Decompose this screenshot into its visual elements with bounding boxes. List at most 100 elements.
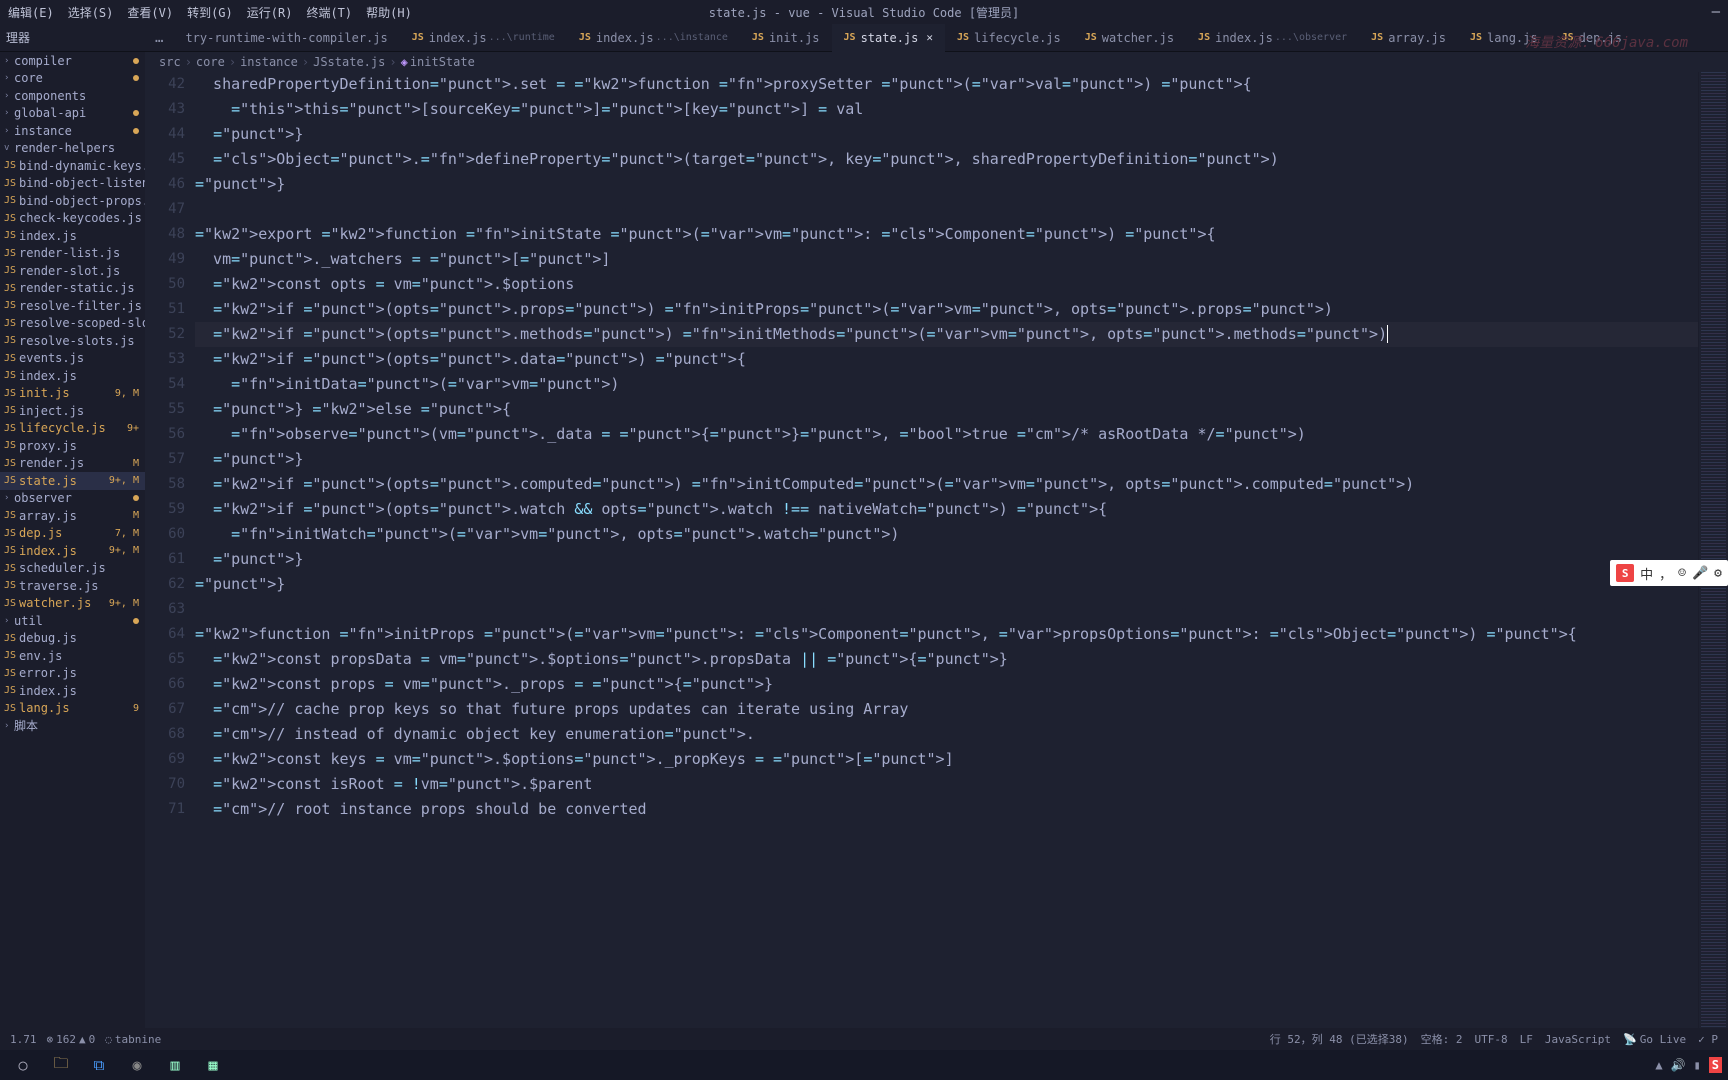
folder-item[interactable]: ›core bbox=[0, 70, 145, 88]
file-item[interactable]: JSrender-slot.js bbox=[0, 262, 145, 280]
tab-lifecycle-js[interactable]: JSlifecycle.js bbox=[945, 24, 1073, 52]
tab-index-js[interactable]: JSindex.js ...\observer bbox=[1186, 24, 1359, 52]
file-item[interactable]: JSbind-dynamic-keys.js bbox=[0, 157, 145, 175]
code-line[interactable]: ="punct">} bbox=[195, 122, 1698, 147]
tab-index-js[interactable]: JSindex.js ...\instance bbox=[567, 24, 740, 52]
code-line[interactable]: ="kw2">const keys = vm="punct">.$options… bbox=[195, 747, 1698, 772]
file-item[interactable]: JSresolve-scoped-slots.js bbox=[0, 315, 145, 333]
file-item[interactable]: JSinject.js bbox=[0, 402, 145, 420]
file-item[interactable]: JSenv.js bbox=[0, 647, 145, 665]
code-line[interactable] bbox=[195, 197, 1698, 222]
file-item[interactable]: JSrender.jsM bbox=[0, 455, 145, 473]
taskbar-notepad[interactable]: ▥ bbox=[158, 1052, 192, 1078]
code-line[interactable]: ="cm">// root instance props should be c… bbox=[195, 797, 1698, 822]
menu-view[interactable]: 查看(V) bbox=[127, 4, 173, 21]
tab-index-js[interactable]: JSindex.js ...\runtime bbox=[400, 24, 567, 52]
code-editor[interactable]: 4243444546474849505152535455565758596061… bbox=[145, 72, 1728, 1028]
file-item[interactable]: JStraverse.js bbox=[0, 577, 145, 595]
file-item[interactable]: JSerror.js bbox=[0, 665, 145, 683]
tab-try-runtime-with-compiler-js[interactable]: try-runtime-with-compiler.js bbox=[173, 24, 399, 52]
sogou-icon[interactable]: S bbox=[1616, 564, 1634, 582]
code-line[interactable]: ="fn">initData="punct">(="var">vm="punct… bbox=[195, 372, 1698, 397]
tray-battery-icon[interactable]: ▮ bbox=[1694, 1058, 1701, 1072]
code-line[interactable]: ="punct">} ="kw2">else ="punct">{ bbox=[195, 397, 1698, 422]
ime-emoji-icon[interactable]: ☺ bbox=[1678, 566, 1686, 581]
file-item[interactable]: JSresolve-filter.js bbox=[0, 297, 145, 315]
code-line[interactable]: ="kw2">export ="kw2">function ="fn">init… bbox=[195, 222, 1698, 247]
folder-item[interactable]: ›components bbox=[0, 87, 145, 105]
tray-lang-icon[interactable]: S bbox=[1709, 1057, 1722, 1073]
code-line[interactable]: ="fn">initWatch="punct">(="var">vm="punc… bbox=[195, 522, 1698, 547]
folder-item[interactable]: ›compiler bbox=[0, 52, 145, 70]
code-line[interactable]: ="kw2">function ="fn">initProps ="punct"… bbox=[195, 622, 1698, 647]
file-item[interactable]: JSevents.js bbox=[0, 350, 145, 368]
ime-settings-icon[interactable]: ⚙ bbox=[1714, 566, 1722, 581]
status-errors[interactable]: ⊗ 162 ▲ 0 bbox=[47, 1033, 96, 1046]
taskbar-app[interactable]: ▦ bbox=[196, 1052, 230, 1078]
code-line[interactable]: ="kw2">const isRoot = !vm="punct">.$pare… bbox=[195, 772, 1698, 797]
file-item[interactable]: JSlang.js9 bbox=[0, 700, 145, 718]
code-line[interactable]: ="kw2">const opts = vm="punct">.$options bbox=[195, 272, 1698, 297]
ime-punct[interactable]: ， bbox=[1659, 564, 1672, 583]
status-golive[interactable]: 📡 Go Live bbox=[1623, 1033, 1686, 1046]
breadcrumb-item[interactable]: instance bbox=[240, 55, 298, 69]
file-item[interactable]: JSindex.js bbox=[0, 227, 145, 245]
code-line[interactable]: ="punct">} bbox=[195, 572, 1698, 597]
status-cursor-col[interactable]: 1.71 bbox=[10, 1033, 37, 1046]
breadcrumb[interactable]: src› core› instance› JS state.js› ◈ init… bbox=[145, 52, 1728, 72]
taskbar-file-explorer[interactable]: 🗀 bbox=[44, 1052, 78, 1078]
taskbar-obs[interactable]: ◉ bbox=[120, 1052, 154, 1078]
explorer-sidebar[interactable]: ›compiler›core›components›global-api›ins… bbox=[0, 52, 145, 1028]
tab-watcher-js[interactable]: JSwatcher.js bbox=[1073, 24, 1186, 52]
folder-item[interactable]: ›observer bbox=[0, 490, 145, 508]
code-line[interactable]: ="punct">} bbox=[195, 547, 1698, 572]
menu-help[interactable]: 帮助(H) bbox=[366, 4, 412, 21]
tab-state-js[interactable]: JSstate.js✕ bbox=[832, 24, 945, 52]
file-item[interactable]: JSdep.js7, M bbox=[0, 525, 145, 543]
file-item[interactable]: JSbind-object-listeners.js bbox=[0, 175, 145, 193]
code-line[interactable] bbox=[195, 597, 1698, 622]
file-item[interactable]: JSindex.js bbox=[0, 367, 145, 385]
status-tabnine[interactable]: ◌ tabnine bbox=[105, 1033, 161, 1046]
breadcrumb-item[interactable]: src bbox=[159, 55, 181, 69]
menu-goto[interactable]: 转到(G) bbox=[187, 4, 233, 21]
code-line[interactable]: ="kw2">if ="punct">(opts="punct">.watch … bbox=[195, 497, 1698, 522]
folder-item[interactable]: vrender-helpers bbox=[0, 140, 145, 158]
tab-overflow[interactable]: … bbox=[145, 30, 173, 46]
file-item[interactable]: JSstate.js9+, M bbox=[0, 472, 145, 490]
breadcrumb-item[interactable]: state.js bbox=[328, 55, 386, 69]
status-eol[interactable]: LF bbox=[1520, 1033, 1533, 1046]
code-line[interactable]: sharedPropertyDefinition="punct">.set = … bbox=[195, 72, 1698, 97]
code-line[interactable]: ="this">this="punct">[sourceKey="punct">… bbox=[195, 97, 1698, 122]
tab-init-js[interactable]: JSinit.js bbox=[740, 24, 832, 52]
status-line-col[interactable]: 行 52，列 48 (已选择38) bbox=[1270, 1031, 1409, 1047]
file-item[interactable]: JSresolve-slots.js bbox=[0, 332, 145, 350]
menu-select[interactable]: 选择(S) bbox=[68, 4, 114, 21]
file-item[interactable]: JSscheduler.js bbox=[0, 560, 145, 578]
code-line[interactable]: ="punct">} bbox=[195, 172, 1698, 197]
ime-lang[interactable]: 中 bbox=[1640, 564, 1653, 583]
taskbar-vscode[interactable]: ⧉ bbox=[82, 1052, 116, 1078]
menu-edit[interactable]: 编辑(E) bbox=[8, 4, 54, 21]
file-item[interactable]: JSbind-object-props.js bbox=[0, 192, 145, 210]
status-prettier-icon[interactable]: ✓ P bbox=[1698, 1033, 1718, 1046]
file-item[interactable]: JSlifecycle.js9+ bbox=[0, 420, 145, 438]
ime-toolbar[interactable]: S 中 ， ☺ 🎤 ⚙ bbox=[1610, 560, 1728, 586]
folder-item[interactable]: ›util bbox=[0, 612, 145, 630]
file-item[interactable]: JSindex.js bbox=[0, 682, 145, 700]
tray-network-icon[interactable]: ▲ bbox=[1655, 1058, 1662, 1072]
file-item[interactable]: JSarray.jsM bbox=[0, 507, 145, 525]
status-encoding[interactable]: UTF-8 bbox=[1474, 1033, 1507, 1046]
code-line[interactable]: ="kw2">if ="punct">(opts="punct">.props=… bbox=[195, 297, 1698, 322]
folder-item[interactable]: ›global-api bbox=[0, 105, 145, 123]
code-line[interactable]: ="kw2">if ="punct">(opts="punct">.method… bbox=[195, 322, 1698, 347]
code-line[interactable]: ="kw2">const props = vm="punct">._props … bbox=[195, 672, 1698, 697]
code-line[interactable]: ="kw2">if ="punct">(opts="punct">.data="… bbox=[195, 347, 1698, 372]
code-line[interactable]: ="punct">} bbox=[195, 447, 1698, 472]
file-item[interactable]: JSwatcher.js9+, M bbox=[0, 595, 145, 613]
start-button[interactable]: ○ bbox=[6, 1052, 40, 1078]
menu-terminal[interactable]: 终端(T) bbox=[306, 4, 352, 21]
code-line[interactable]: vm="punct">._watchers = ="punct">[="punc… bbox=[195, 247, 1698, 272]
menu-run[interactable]: 运行(R) bbox=[247, 4, 293, 21]
ime-mic-icon[interactable]: 🎤 bbox=[1692, 566, 1708, 581]
